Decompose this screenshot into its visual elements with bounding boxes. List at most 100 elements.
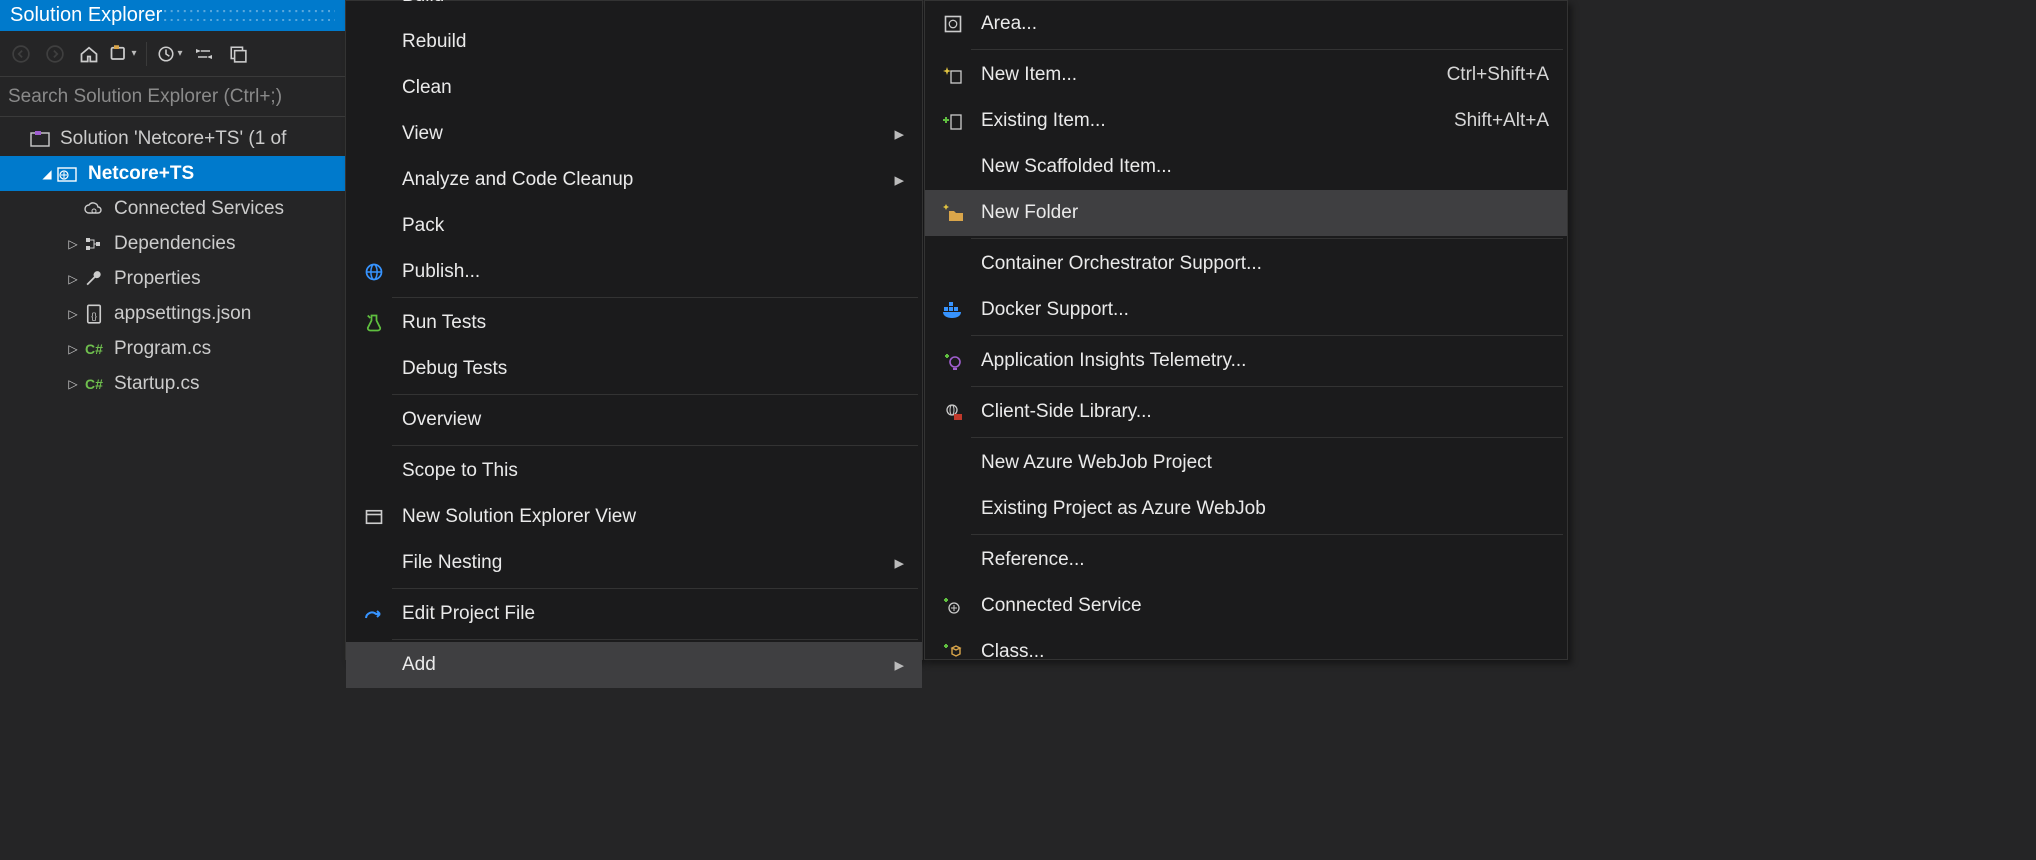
sync-views-button[interactable] — [108, 39, 138, 69]
menu-separator — [392, 297, 918, 298]
add-submenu: Area... New Item... Ctrl+Shift+A Existing I… — [924, 0, 1568, 660]
menu-item-rebuild[interactable]: Rebuild — [346, 19, 922, 65]
menu-item-application-insights-telemetry[interactable]: Application Insights Telemetry... — [925, 338, 1567, 384]
menu-separator — [392, 445, 918, 446]
tree-item-label: Dependencies — [114, 233, 235, 255]
menu-item-pack[interactable]: Pack — [346, 203, 922, 249]
menu-item-run-tests[interactable]: Run Tests — [346, 300, 922, 346]
nav-forward-button[interactable] — [40, 39, 70, 69]
menu-item-label: Client-Side Library... — [981, 401, 1549, 423]
solution-node[interactable]: ▶ Solution 'Netcore+TS' (1 of — [0, 121, 345, 156]
project-node[interactable]: ◢ Netcore+TS — [0, 156, 345, 191]
menu-item-view[interactable]: View — [346, 111, 922, 157]
menu-item-label: New Item... — [981, 64, 1427, 86]
menu-separator — [392, 394, 918, 395]
menu-separator — [971, 238, 1563, 239]
menu-separator — [971, 534, 1563, 535]
menu-item-label: Debug Tests — [402, 358, 904, 380]
menu-item-label: Pack — [402, 215, 904, 237]
menu-item-docker-support[interactable]: Docker Support... — [925, 287, 1567, 333]
pending-changes-button[interactable] — [155, 39, 185, 69]
solution-explorer-panel: Solution Explorer ::::::::::::::::::::::… — [0, 0, 345, 860]
tree-item-label: appsettings.json — [114, 303, 251, 325]
menu-item-label: Docker Support... — [981, 299, 1549, 321]
menu-separator — [971, 335, 1563, 336]
menu-item-analyze-and-code-cleanup[interactable]: Analyze and Code Cleanup — [346, 157, 922, 203]
newitem-icon — [925, 65, 981, 85]
class-icon — [925, 642, 981, 662]
dependencies-icon — [82, 236, 106, 252]
menu-item-new-scaffolded-item[interactable]: New Scaffolded Item... — [925, 144, 1567, 190]
menu-item-shortcut: Shift+Alt+A — [1454, 110, 1549, 132]
submenu-arrow-icon — [888, 123, 904, 146]
menu-item-area[interactable]: Area... — [925, 1, 1567, 47]
menu-item-label: Scope to This — [402, 460, 904, 482]
home-button[interactable] — [74, 39, 104, 69]
tree-item-properties[interactable]: ▷ Properties — [0, 261, 345, 296]
menu-separator — [392, 639, 918, 640]
menu-item-label: New Folder — [981, 202, 1549, 224]
search-input[interactable] — [0, 77, 345, 116]
tree-item-connected-services[interactable]: ▶ Connected Services — [0, 191, 345, 226]
tree-item-program-cs[interactable]: ▷ C# Program.cs — [0, 331, 345, 366]
menu-item-debug-tests[interactable]: Debug Tests — [346, 346, 922, 392]
tree-item-label: Properties — [114, 268, 201, 290]
menu-item-container-orchestrator-support[interactable]: Container Orchestrator Support... — [925, 241, 1567, 287]
tree-item-label: Startup.cs — [114, 373, 200, 395]
json-file-icon: {} — [82, 304, 106, 324]
cloud-icon — [82, 201, 106, 217]
sync-active-doc-button[interactable] — [189, 39, 219, 69]
connservice-icon — [925, 596, 981, 616]
panel-grip: :::::::::::::::::::::::::::: — [162, 4, 335, 27]
menu-item-label: Publish... — [402, 261, 904, 283]
menu-item-label: Analyze and Code Cleanup — [402, 169, 888, 191]
tree-item-dependencies[interactable]: ▷ Dependencies — [0, 226, 345, 261]
submenu-arrow-icon — [888, 552, 904, 575]
project-context-menu: BuildRebuild Clean View Analyze and Code Cl… — [345, 0, 923, 660]
menu-item-class[interactable]: Class... — [925, 629, 1567, 675]
menu-item-label: Existing Project as Azure WebJob — [981, 498, 1549, 520]
menu-item-new-solution-explorer-view[interactable]: New Solution Explorer View — [346, 494, 922, 540]
menu-item-publish[interactable]: Publish... — [346, 249, 922, 295]
menu-item-connected-service[interactable]: Connected Service — [925, 583, 1567, 629]
csharp-file-icon: C# — [82, 341, 106, 357]
tree-item-startup-cs[interactable]: ▷ C# Startup.cs — [0, 366, 345, 401]
menu-item-clean[interactable]: Clean — [346, 65, 922, 111]
menu-item-overview[interactable]: Overview — [346, 397, 922, 443]
project-label: Netcore+TS — [88, 163, 194, 185]
menu-separator — [392, 588, 918, 589]
menu-item-new-azure-webjob-project[interactable]: New Azure WebJob Project — [925, 440, 1567, 486]
menu-item-edit-project-file[interactable]: Edit Project File — [346, 591, 922, 637]
bulb-icon — [925, 350, 981, 372]
tree-item-appsettings[interactable]: ▷ {} appsettings.json — [0, 296, 345, 331]
panel-title-text: Solution Explorer — [10, 4, 162, 27]
menu-item-new-folder[interactable]: New Folder — [925, 190, 1567, 236]
menu-separator — [971, 437, 1563, 438]
menu-item-label: Add — [402, 654, 888, 676]
collapse-all-button[interactable] — [223, 39, 253, 69]
menu-separator — [971, 49, 1563, 50]
explorer-toolbar — [0, 31, 345, 77]
menu-item-existing-project-as-azure-webjob[interactable]: Existing Project as Azure WebJob — [925, 486, 1567, 532]
tree-item-label: Program.cs — [114, 338, 211, 360]
menu-item-label: New Solution Explorer View — [402, 506, 904, 528]
submenu-arrow-icon — [888, 654, 904, 677]
menu-item-client-side-library[interactable]: Client-Side Library... — [925, 389, 1567, 435]
menu-item-label: File Nesting — [402, 552, 888, 574]
menu-item-build[interactable]: Build — [346, 1, 922, 19]
menu-item-existing-item[interactable]: Existing Item...Shift+Alt+A — [925, 98, 1567, 144]
svg-text:{}: {} — [91, 311, 97, 321]
nav-back-button[interactable] — [6, 39, 36, 69]
menu-item-scope-to-this[interactable]: Scope to This — [346, 448, 922, 494]
menu-item-file-nesting[interactable]: File Nesting — [346, 540, 922, 586]
panel-title-bar[interactable]: Solution Explorer ::::::::::::::::::::::… — [0, 0, 345, 31]
menu-item-label: Clean — [402, 77, 904, 99]
csharp-file-icon: C# — [82, 376, 106, 392]
menu-item-add[interactable]: Add — [346, 642, 922, 688]
menu-item-shortcut: Ctrl+Shift+A — [1447, 64, 1549, 86]
menu-item-label: View — [402, 123, 888, 145]
globe-icon — [346, 262, 402, 282]
menu-item-new-item[interactable]: New Item... Ctrl+Shift+A — [925, 52, 1567, 98]
search-box[interactable] — [0, 77, 345, 117]
menu-item-reference[interactable]: Reference... — [925, 537, 1567, 583]
